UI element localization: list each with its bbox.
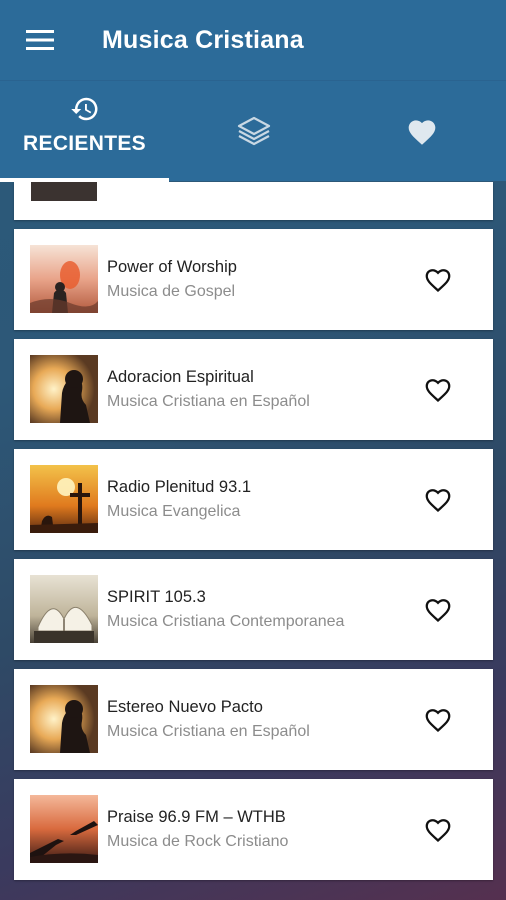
station-name: Praise 96.9 FM – WTHB bbox=[107, 808, 286, 826]
heart-outline-icon bbox=[425, 269, 451, 293]
station-card[interactable]: SPIRIT 105.3 Musica Cristiana Contempora… bbox=[14, 559, 493, 660]
station-thumbnail bbox=[30, 685, 98, 753]
station-name: Radio Plenitud 93.1 bbox=[107, 478, 252, 496]
heart-outline-icon bbox=[425, 489, 451, 513]
station-genre: Musica de Rock Cristiano bbox=[107, 833, 289, 850]
station-genre: Musica Evangelica bbox=[107, 503, 241, 520]
tab-categories[interactable] bbox=[169, 81, 338, 181]
station-thumbnail bbox=[30, 245, 98, 313]
heart-icon bbox=[408, 120, 436, 145]
station-name: Adoracion Espiritual bbox=[107, 368, 254, 386]
station-thumbnail bbox=[30, 795, 98, 863]
app-title: Musica Cristiana bbox=[102, 25, 304, 54]
menu-icon bbox=[26, 30, 54, 50]
favorite-button[interactable] bbox=[418, 699, 458, 739]
station-thumbnail bbox=[31, 182, 97, 201]
tab-favorites[interactable] bbox=[338, 81, 506, 181]
layers-icon bbox=[237, 116, 270, 146]
station-name: SPIRIT 105.3 bbox=[107, 588, 206, 606]
heart-outline-icon bbox=[425, 709, 451, 733]
favorite-button[interactable] bbox=[418, 369, 458, 409]
station-card[interactable]: Adoracion Espiritual Musica Cristiana en… bbox=[14, 339, 493, 440]
station-card[interactable]: Radio Plenitud 93.1 Musica Evangelica bbox=[14, 449, 493, 550]
heart-outline-icon bbox=[425, 599, 451, 623]
favorite-button[interactable] bbox=[418, 809, 458, 849]
menu-button[interactable] bbox=[0, 0, 80, 80]
favorite-button[interactable] bbox=[418, 589, 458, 629]
tab-recientes-label: RECIENTES bbox=[23, 132, 146, 155]
station-card[interactable]: Praise 96.9 FM – WTHB Musica de Rock Cri… bbox=[14, 779, 493, 880]
station-genre: Musica Cristiana Contemporanea bbox=[107, 613, 345, 630]
heart-outline-icon bbox=[425, 819, 451, 843]
station-genre: Musica de Gospel bbox=[107, 283, 236, 300]
station-thumbnail bbox=[30, 465, 98, 533]
heart-outline-icon bbox=[425, 379, 451, 403]
history-icon bbox=[70, 97, 97, 121]
station-card-partial[interactable] bbox=[14, 182, 493, 220]
station-thumbnail bbox=[30, 575, 98, 643]
station-genre: Musica Cristiana en Español bbox=[107, 723, 310, 740]
station-genre: Musica Cristiana en Español bbox=[107, 393, 310, 410]
station-card[interactable]: Estereo Nuevo Pacto Musica Cristiana en … bbox=[14, 669, 493, 770]
tab-bar: RECIENTES bbox=[0, 80, 506, 182]
station-name: Estereo Nuevo Pacto bbox=[107, 698, 263, 716]
station-name: Power of Worship bbox=[107, 258, 237, 276]
tab-recientes[interactable]: RECIENTES bbox=[0, 81, 169, 182]
favorite-button[interactable] bbox=[418, 479, 458, 519]
app-bar: Musica Cristiana bbox=[0, 0, 506, 80]
station-thumbnail bbox=[30, 355, 98, 423]
favorite-button[interactable] bbox=[418, 259, 458, 299]
station-list[interactable]: Power of Worship Musica de Gospel Adorac… bbox=[0, 182, 506, 900]
station-card[interactable]: Power of Worship Musica de Gospel bbox=[14, 229, 493, 330]
